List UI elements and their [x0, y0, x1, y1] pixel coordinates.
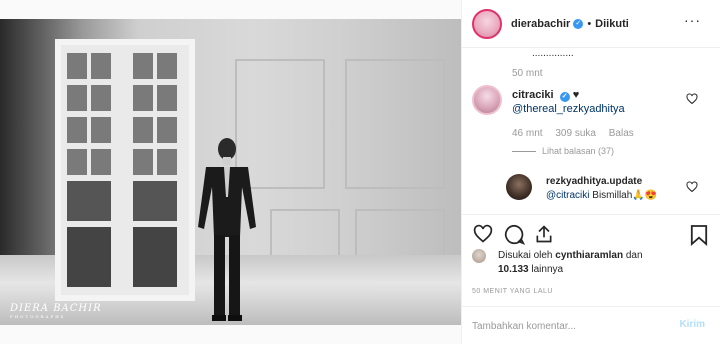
view-replies-link[interactable]: Lihat balasan (37) [512, 146, 614, 156]
photographer-watermark: DIERA BACHIR PHOTOGRAPHS [10, 303, 102, 319]
verified-badge-icon: ✓ [559, 92, 570, 102]
wall-panel [270, 209, 340, 259]
comment-likes[interactable]: 309 suka [555, 128, 596, 139]
liker-username[interactable]: cynthiaramlan [555, 250, 623, 261]
like-heart-icon[interactable] [472, 224, 494, 244]
comment-time: 50 mnt [512, 68, 543, 79]
share-icon[interactable] [534, 224, 554, 244]
reply-button[interactable]: Balas [609, 128, 634, 139]
post-header: dierabachir ✓ • Diikuti ··· [462, 0, 720, 48]
wall-panel [355, 209, 445, 259]
commenter-username[interactable]: citraciki ✓ ♥ [512, 89, 579, 102]
heart-emoji: ♥ [572, 89, 580, 101]
author-username[interactable]: dierabachir [511, 18, 570, 30]
man-in-suit [198, 138, 256, 321]
post-timestamp: 50 MENIT YANG LALU [472, 288, 553, 295]
commenter-avatar[interactable] [472, 85, 502, 115]
comment-bubble-icon[interactable] [504, 224, 525, 245]
post-photo[interactable]: DIERA BACHIR PHOTOGRAPHS [0, 19, 461, 325]
wall-panel [345, 59, 445, 189]
truncated-comment-text: ............... [532, 48, 574, 59]
likes-count[interactable]: 10.133 [498, 264, 529, 275]
action-bar [462, 214, 720, 250]
reply-username[interactable]: rezkyadhitya.update [546, 176, 642, 187]
following-button[interactable]: Diikuti [595, 18, 629, 30]
liker-avatar [472, 249, 486, 263]
save-bookmark-icon[interactable] [690, 224, 708, 246]
send-button[interactable]: Kirim [679, 319, 705, 330]
more-options-icon[interactable]: ··· [684, 12, 701, 28]
comment-meta: 46 mnt 309 suka Balas [512, 128, 644, 139]
reply-avatar[interactable] [506, 174, 532, 200]
reply-mention[interactable]: @citraciki [546, 190, 590, 201]
comment-time: 46 mnt [512, 128, 543, 139]
comments-list[interactable]: ............... 50 mnt citraciki ✓ ♥ @th… [462, 48, 720, 214]
author-avatar[interactable] [472, 8, 502, 39]
separator-dot: • [587, 17, 592, 30]
comment-composer: Kirim [462, 306, 720, 344]
post-side-panel: dierabachir ✓ • Diikuti ··· ............… [461, 0, 720, 344]
comment-mention[interactable]: @thereal_rezkyadhitya [512, 103, 625, 115]
like-reply-heart-icon[interactable] [686, 181, 698, 193]
verified-badge-icon: ✓ [573, 18, 584, 29]
french-door [55, 39, 195, 301]
like-comment-heart-icon[interactable] [686, 93, 698, 105]
comment-input[interactable] [472, 318, 662, 334]
reply-text: @citraciki Bismillah🙏😍 [546, 190, 658, 201]
